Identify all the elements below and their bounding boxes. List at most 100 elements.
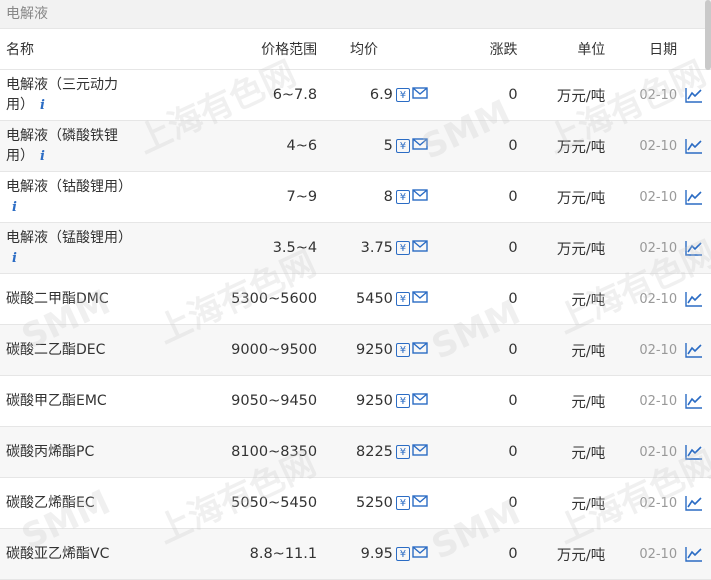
price-actions: ¥ xyxy=(393,137,440,155)
product-name-cell: 电解液（锰酸锂用） i xyxy=(0,228,199,269)
yen-icon[interactable]: ¥ xyxy=(395,343,410,357)
price-range: 6~7.8 xyxy=(272,87,318,103)
product-name: 电解液（钴酸锂用） xyxy=(6,178,132,195)
trend-chart-icon[interactable] xyxy=(677,87,711,103)
product-name: 碳酸二甲酯DMC xyxy=(6,291,109,307)
price-actions: ¥ xyxy=(393,86,440,104)
price-change: 0 xyxy=(508,444,518,460)
product-name-cell: 碳酸亚乙烯酯VC xyxy=(0,544,199,564)
mail-icon[interactable] xyxy=(412,188,428,206)
info-icon[interactable]: i xyxy=(12,251,17,266)
product-name-cell: 电解液（三元动力 用） i xyxy=(0,75,199,116)
date: 02-10 xyxy=(639,240,678,256)
trend-chart-icon[interactable] xyxy=(677,138,711,154)
price-change: 0 xyxy=(508,342,518,358)
scrollbar[interactable] xyxy=(705,0,711,70)
mail-icon[interactable] xyxy=(412,494,428,512)
product-name-cell: 碳酸丙烯酯PC xyxy=(0,442,199,462)
table-row: 电解液（三元动力 用） i 6~7.8 6.9 ¥0 万元/吨 02-10 xyxy=(0,70,711,121)
trend-chart-icon[interactable] xyxy=(677,189,711,205)
price-change: 0 xyxy=(508,240,518,256)
product-name: 碳酸二乙酯DEC xyxy=(6,342,106,358)
yen-icon[interactable]: ¥ xyxy=(395,496,410,510)
product-name-cell: 碳酸二甲酯DMC xyxy=(0,289,199,309)
yen-icon[interactable]: ¥ xyxy=(395,445,410,459)
mail-icon[interactable] xyxy=(412,239,428,257)
header-date: 日期 xyxy=(649,42,678,58)
product-name: 碳酸乙烯酯EC xyxy=(6,495,95,511)
trend-chart-icon[interactable] xyxy=(677,393,711,409)
avg-price: 9250 xyxy=(356,342,393,358)
product-name: 电解液（三元动力 xyxy=(6,76,118,93)
mail-icon[interactable] xyxy=(412,443,428,461)
table-row: 碳酸甲乙酯EMC 9050~9450 9250 ¥0 元/吨 02-10 xyxy=(0,376,711,427)
table-row: 碳酸二甲酯DMC 5300~5600 5450 ¥0 元/吨 02-10 xyxy=(0,274,711,325)
price-range: 9050~9450 xyxy=(231,393,318,409)
avg-price: 3.75 xyxy=(360,240,393,256)
yen-icon[interactable]: ¥ xyxy=(395,292,410,306)
unit: 元/吨 xyxy=(571,292,606,309)
price-change: 0 xyxy=(508,291,518,307)
trend-chart-icon[interactable] xyxy=(677,546,711,562)
price-actions: ¥ xyxy=(393,341,440,359)
avg-price: 5250 xyxy=(356,495,393,511)
unit: 万元/吨 xyxy=(556,241,606,258)
table-header: 名称 价格范围 均价 涨跌 单位 日期 xyxy=(0,29,711,70)
table-row: 电解液（磷酸铁锂 用） i 4~6 5 ¥0 万元/吨 02-10 xyxy=(0,121,711,172)
table-row: 碳酸乙烯酯EC 5050~5450 5250 ¥0 元/吨 02-10 xyxy=(0,478,711,529)
avg-price: 9250 xyxy=(356,393,393,409)
yen-icon[interactable]: ¥ xyxy=(395,139,410,153)
price-change: 0 xyxy=(508,546,518,562)
price-actions: ¥ xyxy=(393,392,440,410)
price-change: 0 xyxy=(508,495,518,511)
price-actions: ¥ xyxy=(393,188,440,206)
price-range: 9000~9500 xyxy=(231,342,318,358)
avg-price: 5450 xyxy=(356,291,393,307)
unit: 万元/吨 xyxy=(556,88,606,105)
product-name-cell: 电解液（钴酸锂用） i xyxy=(0,177,199,218)
avg-price: 8 xyxy=(383,189,393,205)
mail-icon[interactable] xyxy=(412,392,428,410)
table-row: 碳酸亚乙烯酯VC 8.8~11.1 9.95 ¥0 万元/吨 02-10 xyxy=(0,529,711,580)
yen-icon[interactable]: ¥ xyxy=(395,394,410,408)
yen-icon[interactable]: ¥ xyxy=(395,88,410,102)
trend-chart-icon[interactable] xyxy=(677,291,711,307)
table-row: 电解液（钴酸锂用） i 7~9 8 ¥0 万元/吨 02-10 xyxy=(0,172,711,223)
avg-price: 5 xyxy=(383,138,393,154)
mail-icon[interactable] xyxy=(412,545,428,563)
info-icon[interactable]: i xyxy=(40,98,45,113)
date: 02-10 xyxy=(639,138,678,154)
info-icon[interactable]: i xyxy=(40,149,45,164)
info-icon[interactable]: i xyxy=(12,200,17,215)
unit: 元/吨 xyxy=(571,496,606,513)
section-title: 电解液 xyxy=(0,0,711,29)
price-range: 8100~8350 xyxy=(231,444,318,460)
product-name-cell: 电解液（磷酸铁锂 用） i xyxy=(0,126,199,167)
price-range: 7~9 xyxy=(286,189,318,205)
mail-icon[interactable] xyxy=(412,86,428,104)
trend-chart-icon[interactable] xyxy=(677,495,711,511)
unit: 元/吨 xyxy=(571,445,606,462)
price-change: 0 xyxy=(508,393,518,409)
yen-icon[interactable]: ¥ xyxy=(395,190,410,204)
yen-icon[interactable]: ¥ xyxy=(395,547,410,561)
table-row: 电解液（锰酸锂用） i 3.5~4 3.75 ¥0 万元/吨 02-10 xyxy=(0,223,711,274)
header-name: 名称 xyxy=(6,42,34,58)
date: 02-10 xyxy=(639,546,678,562)
date: 02-10 xyxy=(639,291,678,307)
mail-icon[interactable] xyxy=(412,341,428,359)
trend-chart-icon[interactable] xyxy=(677,342,711,358)
table-row: 碳酸丙烯酯PC 8100~8350 8225 ¥0 元/吨 02-10 xyxy=(0,427,711,478)
header-unit: 单位 xyxy=(577,42,606,58)
price-actions: ¥ xyxy=(393,545,440,563)
yen-icon[interactable]: ¥ xyxy=(395,241,410,255)
trend-chart-icon[interactable] xyxy=(677,444,711,460)
trend-chart-icon[interactable] xyxy=(677,240,711,256)
price-range: 8.8~11.1 xyxy=(249,546,318,562)
unit: 万元/吨 xyxy=(556,547,606,564)
date: 02-10 xyxy=(639,495,678,511)
date: 02-10 xyxy=(639,87,678,103)
mail-icon[interactable] xyxy=(412,137,428,155)
mail-icon[interactable] xyxy=(412,290,428,308)
price-range: 4~6 xyxy=(286,138,318,154)
